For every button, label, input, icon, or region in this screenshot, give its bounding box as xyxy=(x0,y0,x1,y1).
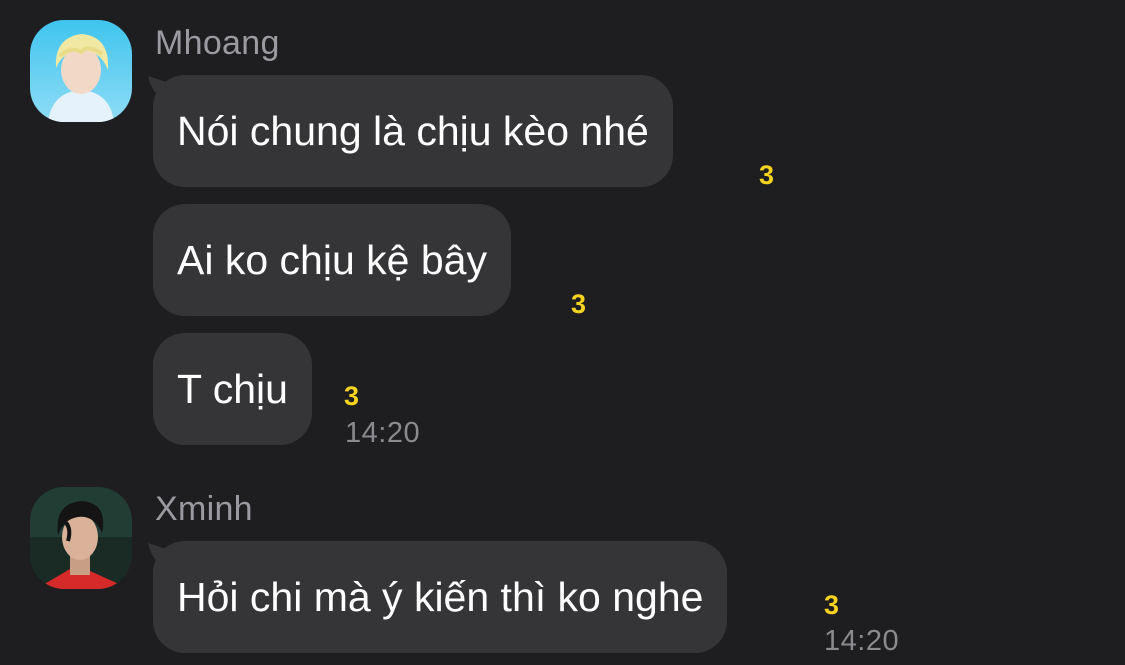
message-bubble[interactable]: Nói chung là chịu kèo nhé xyxy=(153,75,673,187)
reaction-count[interactable]: 3 xyxy=(571,289,586,320)
message-bubble[interactable]: Ai ko chịu kệ bây xyxy=(153,204,511,316)
message-timestamp: 14:20 xyxy=(824,625,900,657)
message-text: T chịu xyxy=(177,366,288,412)
message-text: Nói chung là chịu kèo nhé xyxy=(177,108,649,154)
message-bubble[interactable]: T chịu xyxy=(153,333,312,445)
message-text: Ai ko chịu kệ bây xyxy=(177,237,487,283)
reaction-count[interactable]: 3 xyxy=(824,590,839,621)
message-text: Hỏi chi mà ý kiến thì ko nghe xyxy=(177,574,704,620)
message-timestamp: 14:20 xyxy=(345,417,421,449)
reaction-count[interactable]: 3 xyxy=(759,160,774,191)
reaction-count[interactable]: 3 xyxy=(344,381,359,412)
sender-name: Mhoang xyxy=(155,24,280,62)
avatar-xminh[interactable] xyxy=(30,487,132,589)
avatar-mhoang[interactable] xyxy=(30,20,132,122)
sender-name: Xminh xyxy=(155,490,253,528)
message-bubble[interactable]: Hỏi chi mà ý kiến thì ko nghe xyxy=(153,541,728,653)
